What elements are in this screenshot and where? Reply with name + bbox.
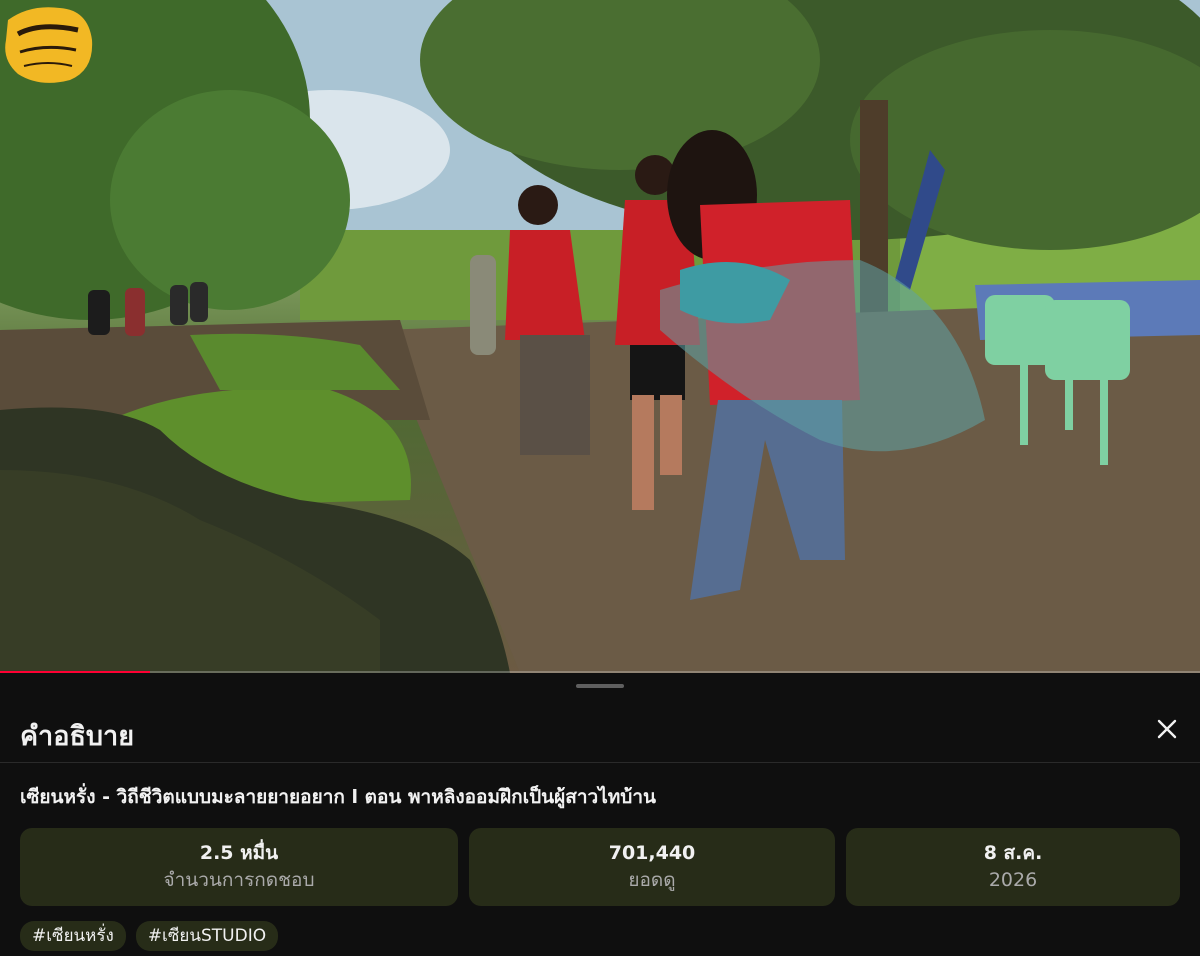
video-progress-bar[interactable] — [0, 671, 1200, 673]
video-progress-fill — [0, 671, 150, 673]
drag-handle[interactable] — [576, 684, 624, 688]
views-label: ยอดดู — [628, 869, 676, 891]
hashtag-chip[interactable]: #เซียนSTUDIO — [135, 921, 279, 951]
video-frame-scene — [0, 0, 1200, 673]
hashtag-list: #เซียนหรั่ง #เซียนSTUDIO — [20, 921, 279, 951]
video-title: เซียนหรั่ง - วิถีชีวิตแบบมะลายยายอยาก l … — [20, 786, 657, 808]
close-button[interactable] — [1150, 712, 1184, 746]
divider — [0, 762, 1200, 763]
description-heading: คำอธิบาย — [20, 721, 135, 752]
likes-stat: 2.5 หมื่น จำนวนการกดชอบ — [20, 828, 458, 906]
channel-logo-icon — [5, 7, 93, 83]
hashtag-chip[interactable]: #เซียนหรั่ง — [20, 921, 126, 951]
likes-count: 2.5 หมื่น — [199, 842, 279, 864]
video-player[interactable] — [0, 0, 1200, 673]
views-count: 701,440 — [608, 842, 696, 864]
likes-label: จำนวนการกดชอบ — [163, 869, 315, 891]
publish-year: 2026 — [988, 869, 1038, 891]
description-panel: คำอธิบาย เซียนหรั่ง - วิถีชีวิตแบบมะลายย… — [0, 674, 1200, 956]
close-icon — [1157, 719, 1177, 739]
views-stat: 701,440 ยอดดู — [469, 828, 835, 906]
publish-date-stat[interactable]: 8 ส.ค. 2026 — [846, 828, 1180, 906]
publish-date: 8 ส.ค. — [983, 842, 1043, 864]
